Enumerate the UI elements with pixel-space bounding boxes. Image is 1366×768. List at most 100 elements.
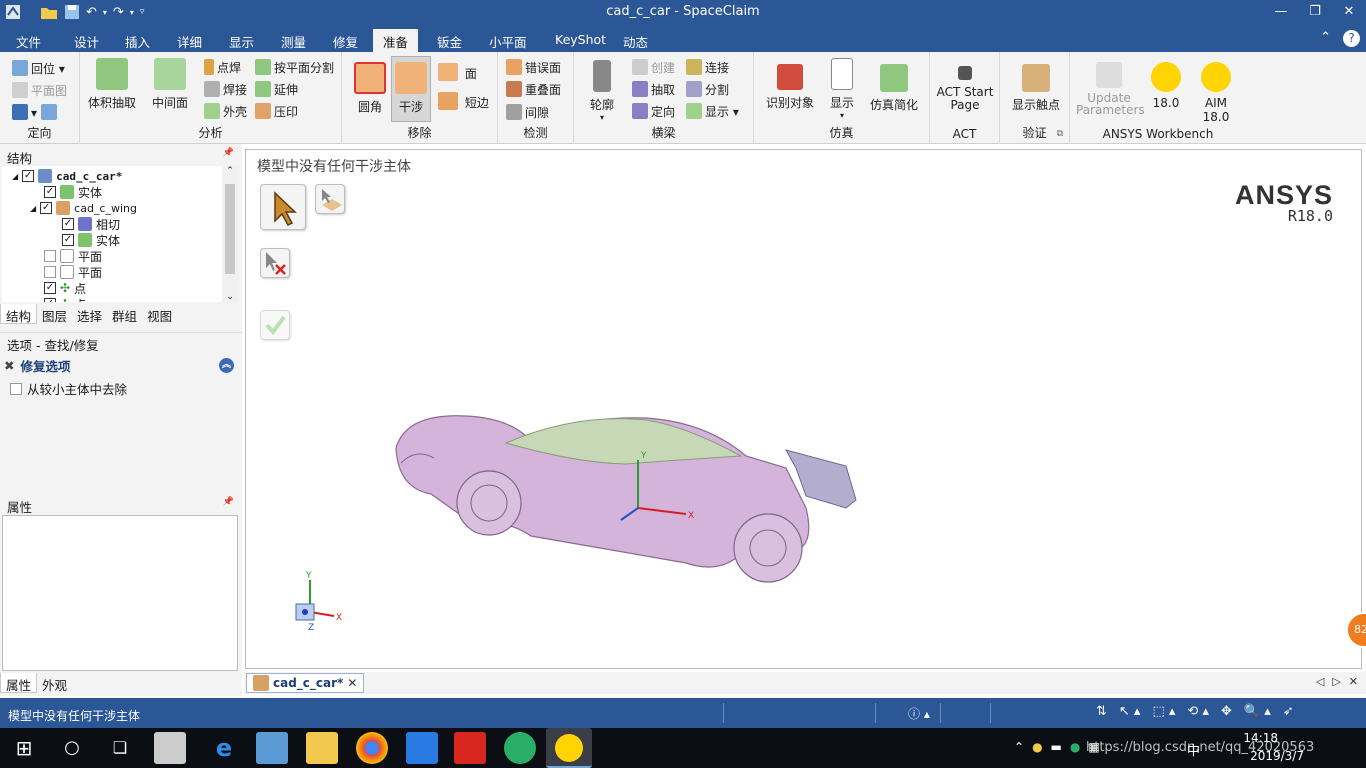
task-view-icon[interactable]: ❏ (104, 732, 136, 764)
expand-icon[interactable]: ◢ (30, 204, 36, 213)
close-tab-icon[interactable]: ✕ (347, 676, 357, 690)
dialog-launcher-icon[interactable]: ⧉ (1057, 129, 1063, 139)
tree-row[interactable]: 平面 (44, 264, 102, 280)
exit-tool-button[interactable] (260, 248, 290, 278)
youdao-icon[interactable] (454, 732, 486, 764)
tray-wechat-icon[interactable]: ● (1070, 740, 1080, 754)
tree-checkbox[interactable]: ✓ (44, 186, 56, 198)
box-select-icon[interactable]: ⬚ ▴ (1152, 704, 1175, 719)
tab-properties[interactable]: 属性 (0, 673, 38, 693)
overlap-face-button[interactable]: 重叠面 (506, 81, 561, 98)
profile-button[interactable]: 轮廓 ▾ (582, 60, 622, 122)
tree-row[interactable]: ✓ 实体 (62, 232, 120, 248)
tree-row[interactable]: ✓ 实体 (44, 184, 102, 200)
spin-icon[interactable]: ⟲ ▴ (1187, 704, 1209, 719)
remove-smaller-checkbox[interactable] (10, 382, 22, 395)
gap-button[interactable]: 间隙 (506, 104, 549, 121)
pointer-icon[interactable]: ↖ ▴ (1119, 704, 1141, 719)
tab-motion[interactable]: 动态 (619, 30, 652, 52)
view-cube-button[interactable]: ▾ (12, 104, 60, 120)
show-contacts-button[interactable]: 显示触点 (1006, 64, 1066, 113)
tab-right-icon[interactable]: ▷ (1332, 675, 1340, 688)
file-explorer-icon[interactable] (306, 732, 338, 764)
wechat-icon[interactable] (504, 732, 536, 764)
tree-checkbox[interactable]: ✓ (40, 202, 53, 214)
tree-checkbox[interactable]: ✓ (62, 234, 74, 246)
split-by-plane-button[interactable]: 按平面分割 (255, 59, 334, 76)
help-icon[interactable]: ? (1343, 30, 1360, 47)
orient-beam-button[interactable]: 定向 (632, 103, 675, 120)
document-tab[interactable]: cad_c_car* ✕ (246, 673, 365, 693)
close-button[interactable]: ✕ (1332, 0, 1366, 26)
scroll-thumb[interactable] (225, 184, 235, 274)
tab-measure[interactable]: 测量 (277, 30, 310, 52)
tree-row-root[interactable]: ◢ ✓ cad_c_car* (12, 168, 122, 184)
scroll-up-icon[interactable]: ⌃ (222, 166, 238, 176)
midsurface-button[interactable]: 中间面 (148, 58, 192, 111)
tree-checkbox[interactable]: ✓ (44, 282, 56, 294)
close-document-icon[interactable]: ✕ (1349, 675, 1358, 688)
spaceclaim-taskbar-icon[interactable] (546, 728, 592, 768)
identify-objects-button[interactable]: 识别对象 (762, 64, 818, 111)
sim-display-button[interactable]: 显示 ▾ (824, 58, 860, 120)
tree-checkbox[interactable]: ✓ (22, 170, 35, 182)
volume-extract-button[interactable]: 体积抽取 (88, 58, 136, 111)
info-icon[interactable]: ⓘ ▴ (908, 705, 930, 722)
select-tool-button[interactable] (260, 184, 306, 230)
select-face-tool-button[interactable] (315, 184, 345, 214)
tree-checkbox[interactable]: ✓ (62, 218, 74, 230)
spot-weld-button[interactable]: 点焊 (204, 59, 241, 76)
fly-icon[interactable]: ➶ (1283, 704, 1294, 719)
shell-button[interactable]: 外壳 (204, 103, 247, 120)
repair-options-section[interactable]: ✖ 修复选项 ︽ (4, 355, 238, 375)
store-icon[interactable] (256, 732, 288, 764)
tree-row[interactable]: ✓✣点 (44, 296, 86, 302)
tab-display[interactable]: 显示 (225, 30, 258, 52)
tab-repair[interactable]: 修复 (329, 30, 362, 52)
tree-row[interactable]: ✓✣点 (44, 280, 86, 296)
chrome-icon[interactable] (356, 732, 388, 764)
home-button[interactable]: 回位 ▾ (12, 60, 65, 77)
clock-date[interactable]: 2019/3/7 (1250, 749, 1304, 763)
tab-insert[interactable]: 插入 (121, 30, 154, 52)
tab-views[interactable]: 视图 (142, 304, 177, 324)
tree-row[interactable]: ✓ 相切 (62, 216, 120, 232)
search-icon[interactable]: ○ (56, 732, 88, 764)
display-beam-button[interactable]: 显示 ▾ (686, 103, 739, 120)
3d-viewport[interactable]: 模型中没有任何干涉主体 ANSYS R18.0 Y X Y X Z (245, 149, 1362, 669)
collapse-section-icon[interactable]: ︽ (219, 357, 234, 373)
tab-facets[interactable]: 小平面 (485, 30, 531, 52)
show-hidden-icons[interactable]: ⌃ (1014, 740, 1024, 754)
tree-checkbox[interactable] (44, 250, 56, 262)
connect-beam-button[interactable]: 连接 (686, 59, 729, 76)
restore-button[interactable]: ❐ (1298, 0, 1332, 26)
tab-prepare[interactable]: 准备 (373, 29, 419, 52)
plan-view-button[interactable]: 平面图 (12, 82, 67, 99)
edge-browser-icon[interactable]: e (208, 732, 240, 764)
tree-scrollbar[interactable]: ⌃ ⌄ (222, 166, 238, 302)
interference-button[interactable]: 干涉 (391, 56, 431, 122)
remove-face-button[interactable]: 面 (438, 63, 477, 82)
clock-time[interactable]: 14:18 (1243, 731, 1278, 745)
short-edge-button[interactable]: 短边 (438, 92, 489, 111)
dingtalk-icon[interactable] (406, 732, 438, 764)
create-beam-button[interactable]: 创建 (632, 59, 675, 76)
pin-icon[interactable]: 📌 (223, 148, 234, 158)
tab-left-icon[interactable]: ◁ (1316, 675, 1324, 688)
ime-indicator[interactable]: 中 (1187, 740, 1200, 759)
tree-row[interactable]: ◢ ✓ cad_c_wing (30, 200, 137, 216)
tab-groups[interactable]: 群组 (107, 304, 142, 324)
tab-file[interactable]: 文件 (12, 30, 45, 52)
zoom-icon[interactable]: 🔍 ▴ (1244, 704, 1271, 719)
tab-design[interactable]: 设计 (70, 30, 103, 52)
extra-edges-button[interactable]: 错误面 (506, 59, 561, 76)
imprint-button[interactable]: 压印 (255, 103, 298, 120)
split-beam-button[interactable]: 分割 (686, 81, 729, 98)
tree-row[interactable]: 平面 (44, 248, 102, 264)
tray-battery-icon[interactable]: ▬ (1051, 740, 1062, 754)
tab-structure[interactable]: 结构 (0, 304, 38, 324)
round-button[interactable]: 圆角 (350, 62, 390, 115)
sim-simplify-button[interactable]: 仿真简化 (866, 64, 922, 113)
tab-selection[interactable]: 选择 (72, 304, 107, 324)
pan-icon[interactable]: ✥ (1221, 704, 1232, 719)
